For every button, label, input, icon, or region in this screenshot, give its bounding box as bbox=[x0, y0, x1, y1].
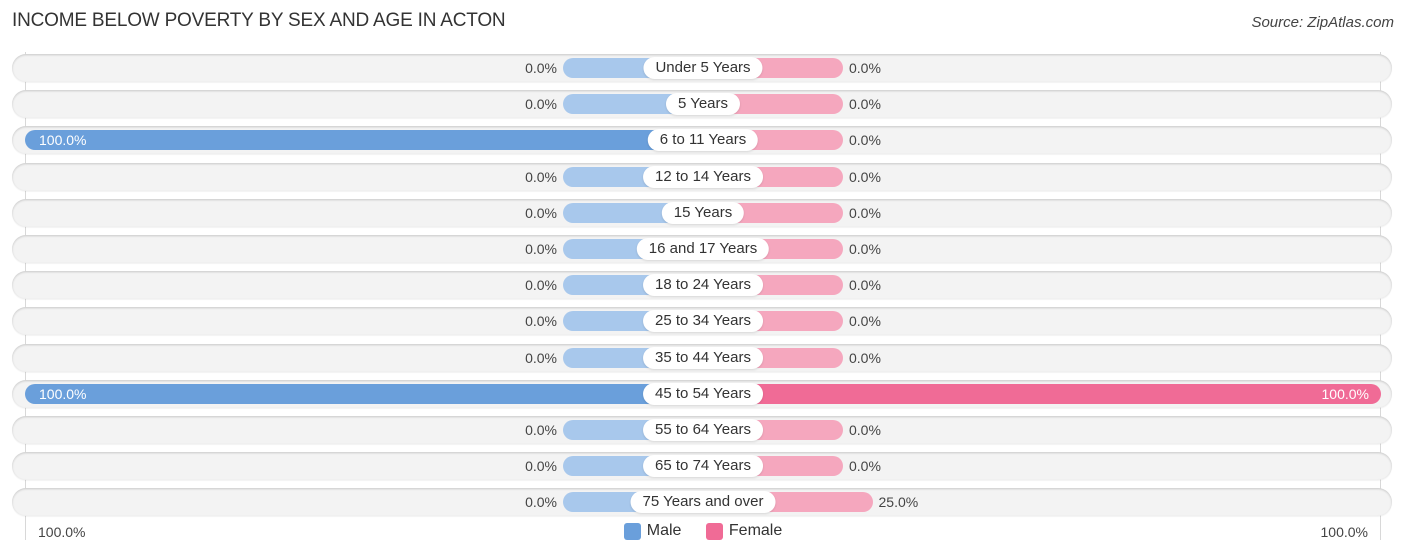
value-label-male: 100.0% bbox=[39, 385, 87, 402]
category-label: 55 to 64 Years bbox=[643, 419, 763, 441]
value-label-male: 100.0% bbox=[39, 132, 87, 149]
value-label-male: 0.0% bbox=[525, 458, 557, 475]
value-label-female: 0.0% bbox=[849, 458, 881, 475]
value-label-male: 0.0% bbox=[525, 349, 557, 366]
value-label-female: 0.0% bbox=[849, 60, 881, 76]
value-label-female: 0.0% bbox=[849, 349, 881, 366]
value-label-female: 0.0% bbox=[849, 313, 881, 330]
category-label: 75 Years and over bbox=[630, 491, 776, 514]
value-label-female: 0.0% bbox=[849, 422, 881, 438]
legend-item-female[interactable]: Female bbox=[705, 522, 783, 540]
category-label: 12 to 14 Years bbox=[643, 165, 763, 188]
bar-male[interactable] bbox=[25, 130, 703, 151]
legend-item-male[interactable]: Male bbox=[623, 522, 682, 540]
value-label-female: 0.0% bbox=[849, 241, 881, 257]
legend: Male Female bbox=[0, 522, 1406, 545]
category-label: 16 and 17 Years bbox=[636, 238, 770, 260]
category-label: Under 5 Years bbox=[643, 57, 763, 79]
legend-label-male: Male bbox=[646, 522, 682, 539]
value-label-male: 0.0% bbox=[525, 168, 557, 185]
category-label: 45 to 54 Years bbox=[643, 382, 763, 405]
legend-label-female: Female bbox=[728, 522, 783, 539]
category-label: 65 to 74 Years bbox=[643, 455, 763, 478]
category-label: 25 to 34 Years bbox=[643, 310, 763, 333]
category-label: 18 to 24 Years bbox=[643, 274, 763, 297]
value-label-female: 25.0% bbox=[878, 494, 919, 511]
value-label-female: 100.0% bbox=[1321, 385, 1369, 402]
value-label-male: 0.0% bbox=[525, 313, 557, 330]
value-label-male: 0.0% bbox=[525, 60, 557, 76]
value-label-female: 0.0% bbox=[849, 132, 881, 149]
category-label: 35 to 44 Years bbox=[643, 346, 763, 369]
legend-swatch-male bbox=[623, 522, 641, 540]
value-label-female: 0.0% bbox=[849, 96, 881, 113]
value-label-male: 0.0% bbox=[525, 96, 557, 113]
value-label-male: 0.0% bbox=[525, 277, 557, 294]
chart-area: 0.0% 0.0% Under 5 Years 0.0% 0.0% 5 Years 100.… bbox=[0, 0, 1406, 558]
legend-swatch-female bbox=[705, 522, 723, 540]
value-label-male: 0.0% bbox=[525, 494, 557, 511]
bar-female[interactable] bbox=[703, 383, 1381, 404]
value-label-male: 0.0% bbox=[525, 422, 557, 438]
bar-male[interactable] bbox=[25, 383, 703, 404]
category-label: 5 Years bbox=[665, 93, 741, 116]
value-label-female: 0.0% bbox=[849, 168, 881, 185]
value-label-male: 0.0% bbox=[525, 241, 557, 257]
value-label-female: 0.0% bbox=[849, 277, 881, 294]
category-label: 15 Years bbox=[661, 201, 745, 224]
value-label-male: 0.0% bbox=[525, 204, 557, 221]
category-label: 6 to 11 Years bbox=[647, 129, 759, 152]
value-label-female: 0.0% bbox=[849, 204, 881, 221]
